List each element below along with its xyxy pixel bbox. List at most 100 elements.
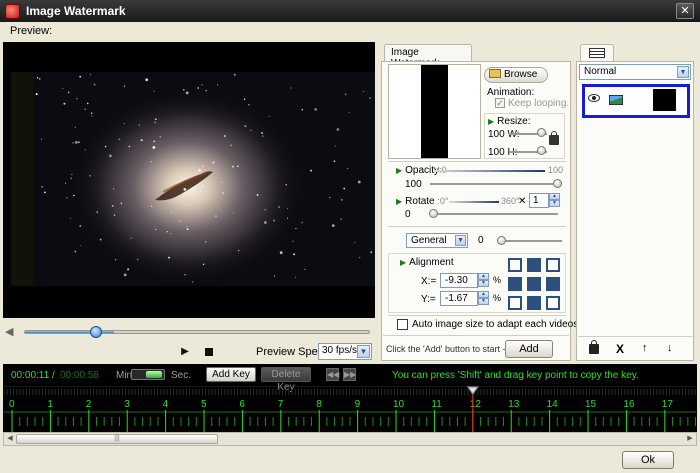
star	[273, 275, 276, 277]
auto-size-checkbox[interactable]	[397, 319, 408, 330]
y-label: Y:=	[421, 294, 436, 305]
ruler-tick-label: 7	[278, 399, 284, 410]
star	[205, 89, 207, 92]
rotate-multiplier-input[interactable]: 1	[529, 193, 549, 208]
star	[150, 160, 153, 163]
x-input[interactable]: -9.30	[440, 273, 478, 288]
star	[63, 102, 66, 105]
chevron-down-icon[interactable]: ▼	[357, 345, 370, 358]
star	[200, 191, 202, 193]
stop-button[interactable]	[202, 345, 216, 359]
move-up-button[interactable]: ↑	[642, 342, 648, 354]
effect-slider[interactable]	[500, 240, 562, 242]
star	[223, 135, 226, 137]
align-top-right[interactable]	[546, 258, 560, 272]
align-top-center[interactable]	[527, 258, 541, 272]
seek-handle[interactable]	[90, 326, 102, 338]
delete-layer-button[interactable]: X	[616, 342, 624, 356]
opacity-slider[interactable]	[430, 183, 558, 185]
divider	[383, 335, 569, 336]
rotate-slider[interactable]	[432, 213, 558, 215]
star	[314, 108, 318, 111]
star	[212, 161, 215, 164]
zoom-slider-handle[interactable]	[146, 371, 162, 378]
scroll-thumb[interactable]: |||	[16, 434, 218, 444]
height-slider-handle[interactable]	[537, 146, 546, 155]
star	[159, 135, 162, 138]
rotate-slider-handle[interactable]	[429, 209, 438, 218]
effect-slider-handle[interactable]	[497, 236, 506, 245]
preview-speed-select[interactable]: 30 fps/s ▼	[318, 343, 372, 360]
lock-icon[interactable]	[549, 131, 559, 145]
opacity-slider-handle[interactable]	[553, 179, 562, 188]
y-input[interactable]: -1.67	[440, 291, 478, 306]
eye-icon[interactable]	[588, 94, 600, 102]
chevron-down-icon[interactable]: ▼	[455, 235, 466, 246]
star	[222, 192, 224, 194]
star	[79, 245, 81, 246]
scroll-left-button[interactable]: ◀	[4, 433, 16, 445]
prev-key-button[interactable]: ◀◀	[326, 368, 339, 381]
star	[36, 77, 39, 79]
ok-button[interactable]: Ok	[622, 451, 674, 469]
blend-mode-select[interactable]: Normal ▼	[579, 64, 691, 80]
rotate-multiplier-spinner[interactable]: ▲ ▼	[549, 193, 560, 208]
align-middle-left[interactable]	[508, 277, 522, 291]
current-time: 00:00:11	[11, 370, 50, 381]
preview-speed-value: 30 fps/s	[322, 345, 358, 356]
effect-select[interactable]: General ▼	[406, 233, 468, 248]
video-preview[interactable]	[3, 42, 375, 318]
x-spinner[interactable]: ▲ ▼	[478, 273, 489, 288]
tab-image-watermark[interactable]: Image Watermark	[384, 44, 472, 69]
close-button[interactable]: ✕	[676, 3, 694, 19]
align-bottom-center[interactable]	[527, 296, 541, 310]
rotate-times: ✕	[518, 196, 527, 207]
align-center[interactable]	[527, 277, 541, 291]
timeline-ruler[interactable]: 0 1 2 3 4 5 6 7 8 9 10 11 12 13 14 15 16 17	[4, 386, 696, 432]
star	[344, 93, 347, 96]
star	[136, 258, 139, 261]
star	[170, 211, 173, 213]
play-button[interactable]: ▶	[178, 345, 192, 359]
star	[290, 87, 292, 89]
star	[183, 89, 185, 91]
star	[111, 204, 114, 207]
star	[115, 259, 117, 261]
next-key-button[interactable]: ▶▶	[343, 368, 356, 381]
star	[96, 211, 99, 213]
add-key-button[interactable]: Add Key	[206, 367, 256, 382]
ruler-tick-label: 12	[470, 399, 482, 410]
star	[340, 198, 343, 201]
move-down-button[interactable]: ↓	[667, 342, 673, 354]
star	[65, 182, 67, 184]
star	[250, 129, 252, 131]
star	[138, 124, 141, 126]
width-slider-handle[interactable]	[537, 128, 546, 137]
y-spinner[interactable]: ▲ ▼	[478, 291, 489, 306]
star	[232, 165, 234, 168]
star	[67, 91, 70, 94]
star	[154, 118, 157, 121]
delete-key-button[interactable]: Delete Key	[261, 367, 311, 393]
align-bottom-right[interactable]	[546, 296, 560, 310]
star	[202, 263, 205, 266]
star	[359, 257, 361, 259]
star	[233, 73, 236, 76]
star	[79, 225, 82, 227]
align-middle-right[interactable]	[546, 277, 560, 291]
seek-bar[interactable]	[24, 330, 370, 334]
lock-layer-button[interactable]	[589, 340, 599, 354]
window-title: Image Watermark	[26, 4, 126, 18]
star	[74, 250, 77, 253]
align-top-left[interactable]	[508, 258, 522, 272]
scroll-right-button[interactable]: ▶	[684, 433, 696, 445]
browse-button[interactable]: Browse	[484, 67, 548, 83]
add-button[interactable]: Add	[505, 340, 553, 358]
volume-icon[interactable]: ◀	[5, 325, 19, 338]
keep-looping-checkbox[interactable]: ✓	[495, 98, 505, 108]
star	[113, 214, 116, 216]
chevron-down-icon[interactable]: ▼	[677, 66, 689, 78]
align-bottom-left[interactable]	[508, 296, 522, 310]
star	[192, 281, 194, 283]
star	[184, 273, 186, 276]
